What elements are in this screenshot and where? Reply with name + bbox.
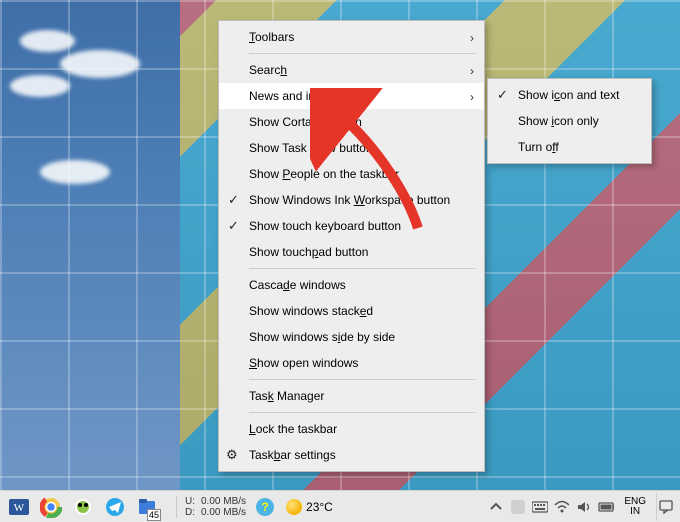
action-center-icon[interactable] <box>656 493 674 521</box>
menu-item-show-ink-workspace[interactable]: ✓ Show Windows Ink Workspace button Show… <box>219 187 484 213</box>
menu-label: Search <box>249 63 287 77</box>
submenu-item-icon-and-text[interactable]: ✓ Show icon and text Show icon and text <box>488 82 651 108</box>
menu-label: Show windows stacked <box>249 304 373 318</box>
taskbar[interactable]: W 45 U: 0.00 MB/s D: 0.00 MB/s ? <box>0 490 680 522</box>
menu-item-show-people[interactable]: Show People on the taskbar Show People o… <box>219 161 484 187</box>
menu-label: Task Manager <box>249 389 324 403</box>
menu-label: News and interests <box>249 89 351 103</box>
svg-text:?: ? <box>261 500 268 514</box>
language-indicator[interactable]: ENG IN <box>620 497 650 517</box>
tray-volume-icon[interactable] <box>576 499 592 515</box>
taskbar-badge: 45 <box>147 509 161 521</box>
menu-separator <box>249 268 476 269</box>
check-icon: ✓ <box>228 218 239 234</box>
lang-bottom: IN <box>624 507 646 517</box>
chevron-right-icon: › <box>470 31 474 45</box>
menu-label: Show Windows Ink Workspace button <box>249 193 450 207</box>
menu-item-search[interactable]: Search › Search <box>219 57 484 83</box>
check-icon: ✓ <box>228 192 239 208</box>
menu-label: Show Task View button <box>249 141 373 155</box>
menu-item-cascade-windows[interactable]: Cascade windows Cascade windows <box>219 272 484 298</box>
menu-item-show-cortana[interactable]: Show Cortana button Show Cortana button <box>219 109 484 135</box>
taskbar-pinned-apps: W 45 <box>0 493 162 521</box>
menu-label: Cascade windows <box>249 278 346 292</box>
system-tray: ENG IN <box>488 493 680 521</box>
desktop-wallpaper: Toolbars › Toolbars Search › Search News… <box>0 0 680 522</box>
menu-label: Toolbars <box>249 30 294 44</box>
menu-item-toolbars[interactable]: Toolbars › Toolbars <box>219 24 484 50</box>
tray-keyboard-icon[interactable] <box>532 499 548 515</box>
tray-wifi-icon[interactable] <box>554 499 570 515</box>
weather-widget[interactable]: 23°C <box>280 499 339 515</box>
menu-separator <box>249 53 476 54</box>
menu-separator <box>249 379 476 380</box>
menu-item-show-task-view[interactable]: Show Task View button Show Task View but… <box>219 135 484 161</box>
menu-item-show-touch-keyboard[interactable]: ✓ Show touch keyboard button <box>219 213 484 239</box>
menu-label: Show touch keyboard button <box>249 219 401 233</box>
menu-label: Show windows side by side <box>249 330 395 344</box>
tray-app-icon[interactable] <box>510 499 526 515</box>
taskbar-app-cortana[interactable] <box>68 493 98 521</box>
menu-label: Show open windows <box>249 356 358 370</box>
taskbar-app-chrome[interactable] <box>36 493 66 521</box>
menu-item-task-manager[interactable]: Task Manager Task Manager <box>219 383 484 409</box>
submenu-item-turn-off[interactable]: Turn off Turn off <box>488 134 651 160</box>
taskbar-app-telegram[interactable] <box>100 493 130 521</box>
menu-label: Show touchpad button <box>249 245 368 259</box>
gear-icon: ⚙ <box>226 447 238 463</box>
menu-label: Show Cortana button <box>249 115 362 129</box>
taskbar-app-word[interactable]: W <box>4 493 34 521</box>
menu-item-lock-taskbar[interactable]: Lock the taskbar Lock the taskbar <box>219 416 484 442</box>
menu-label: Show People on the taskbar <box>249 167 399 181</box>
menu-item-news-and-interests[interactable]: News and interests › <box>219 83 484 109</box>
taskbar-help-icon[interactable]: ? <box>250 493 280 521</box>
net-upload-label: U: <box>185 496 197 507</box>
taskbar-context-menu: Toolbars › Toolbars Search › Search News… <box>218 20 485 472</box>
menu-label: Show icon and text <box>518 88 619 102</box>
chevron-right-icon: › <box>470 64 474 78</box>
menu-separator <box>249 412 476 413</box>
menu-item-show-open-windows[interactable]: Show open windows Show open windows <box>219 350 484 376</box>
menu-label: Turn off <box>518 140 559 154</box>
net-upload-value: 0.00 MB/s <box>201 496 246 507</box>
tray-overflow-icon[interactable] <box>488 499 504 515</box>
menu-label: Show icon only <box>518 114 599 128</box>
menu-label: Taskbar settings <box>249 448 336 462</box>
submenu-item-icon-only[interactable]: Show icon only Show icon only <box>488 108 651 134</box>
lang-top: ENG <box>624 497 646 507</box>
net-download-value: 0.00 MB/s <box>201 507 246 518</box>
sun-icon <box>286 499 302 515</box>
news-interests-submenu: ✓ Show icon and text Show icon and text … <box>487 78 652 164</box>
weather-temp: 23°C <box>306 500 333 514</box>
taskbar-divider <box>176 496 177 518</box>
network-speed-widget[interactable]: U: 0.00 MB/s D: 0.00 MB/s <box>181 496 250 518</box>
menu-item-taskbar-settings[interactable]: ⚙ Taskbar settings Taskbar settings <box>219 442 484 468</box>
taskbar-app-files[interactable]: 45 <box>132 493 162 521</box>
menu-label: Lock the taskbar <box>249 422 337 436</box>
menu-item-side-by-side[interactable]: Show windows side by side Show windows s… <box>219 324 484 350</box>
svg-text:W: W <box>14 502 25 514</box>
tray-battery-icon[interactable] <box>598 499 614 515</box>
menu-item-stacked-windows[interactable]: Show windows stacked Show windows stacke… <box>219 298 484 324</box>
menu-item-show-touchpad[interactable]: Show touchpad button Show touchpad butto… <box>219 239 484 265</box>
check-icon: ✓ <box>497 87 508 103</box>
chevron-right-icon: › <box>470 90 474 104</box>
net-download-label: D: <box>185 507 197 518</box>
